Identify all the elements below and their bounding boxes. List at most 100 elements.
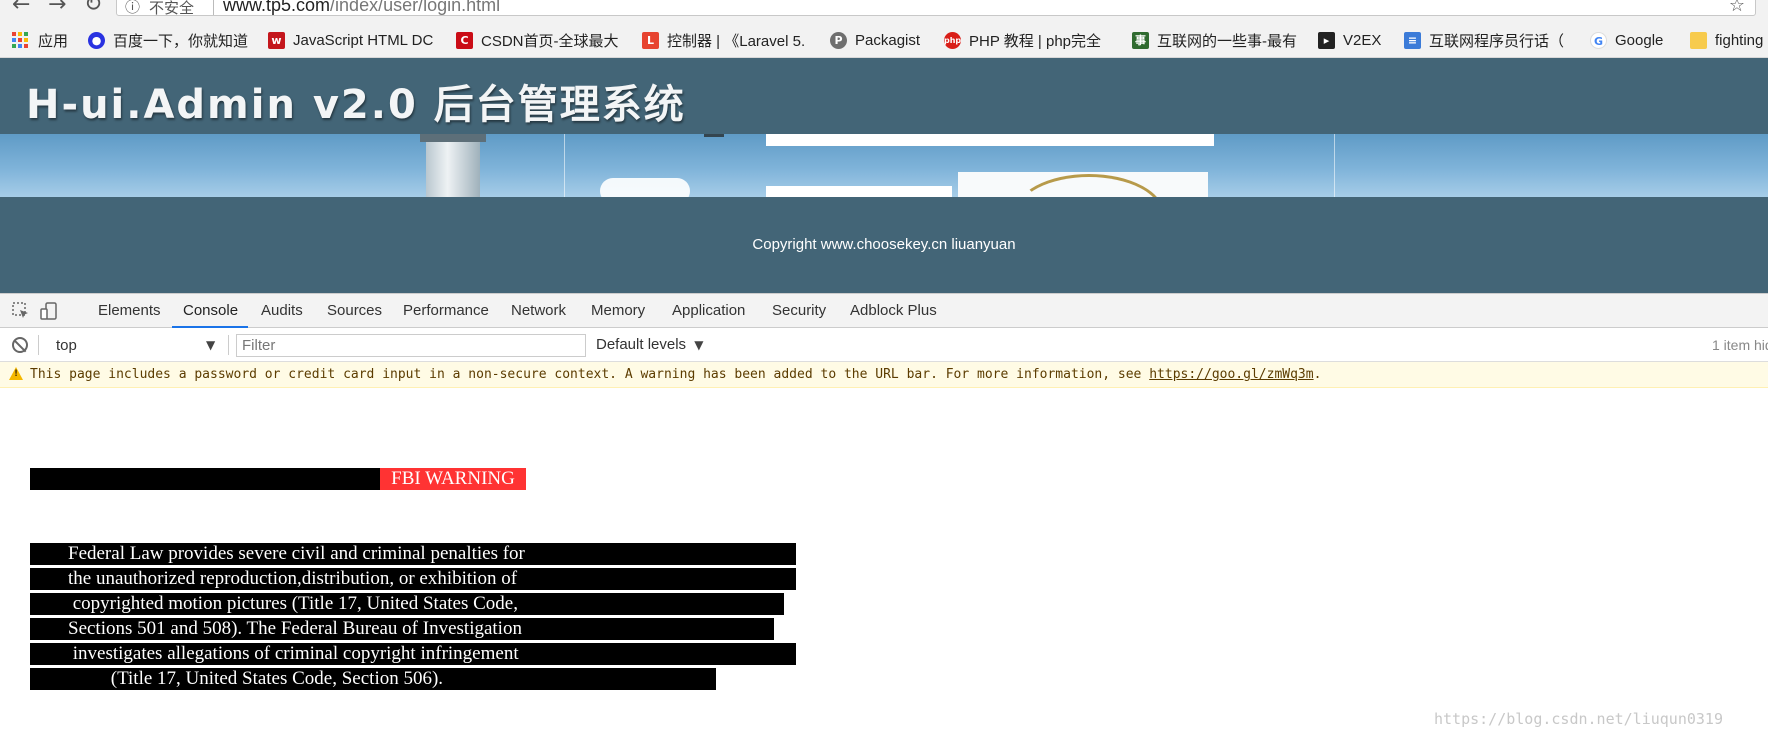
context-selector[interactable]: top ▼ [46,334,222,356]
console-warning-message: This page includes a password or credit … [0,362,1768,388]
login-box-edge [766,186,952,197]
tab-audits[interactable]: Audits [261,302,303,319]
bookmark-yixieshi[interactable]: 事 互联网的一些事-最有 [1132,30,1297,50]
csdn-icon: C [456,31,473,49]
clear-console-icon[interactable] [12,337,28,353]
fbi-warning-line: (Title 17, United States Code, Section 5… [30,668,716,690]
browser-toolbar: ← → ↻ ⓘ 不安全 www.tp5.com/index/user/login… [0,0,1768,22]
bookmark-javascript-html[interactable]: w JavaScript HTML DC [268,30,433,50]
hidden-items-count[interactable]: 1 item hidden [1712,337,1768,353]
address-bar[interactable]: ⓘ 不安全 www.tp5.com/index/user/login.html … [116,0,1756,18]
bookmark-laravel[interactable]: L 控制器 | 《Laravel 5. [642,30,805,50]
bookmark-label: 互联网的一些事-最有 [1157,32,1297,50]
tab-adblock-plus[interactable]: Adblock Plus [850,302,937,319]
tab-network[interactable]: Network [511,302,566,319]
security-label[interactable]: 不安全 [149,0,194,18]
toolbar-separator [228,335,229,355]
yixieshi-icon: 事 [1132,31,1149,49]
url-path: /index/user/login.html [330,0,501,15]
bookmark-label: fighting [1715,31,1764,49]
login-box-edge [766,134,1214,146]
lighthouse-cap-graphic [420,134,486,142]
address-separator [213,0,214,15]
laravel-icon: L [642,31,659,49]
tab-memory[interactable]: Memory [591,302,645,319]
site-title: H-ui.Admin v2.0 后台管理系统 [26,82,686,128]
copyright-text: Copyright www.choosekey.cn liuanyuan [752,236,1016,253]
tab-security[interactable]: Security [772,302,826,319]
chevron-down-icon: ▼ [694,338,704,352]
google-icon: G [1590,31,1607,49]
log-levels-label: Default levels [596,336,687,353]
cloud-graphic [600,178,690,197]
bookmark-php-tutorial[interactable]: php PHP 教程 | php完全 [944,30,1101,50]
bookmark-google[interactable]: G Google [1590,30,1663,50]
chevron-down-icon: ▼ [206,338,216,352]
url-host: www.tp5.com [223,0,331,15]
reload-icon[interactable]: ↻ [84,0,102,17]
arrow-right-icon[interactable]: → [48,0,66,17]
login-banner-image [0,134,1768,197]
tab-performance[interactable]: Performance [403,302,489,319]
lighthouse-graphic [426,134,480,197]
bookmark-fighting[interactable]: fighting [1690,30,1763,50]
context-value: top [56,337,77,354]
fbi-warning-title-row: FBI WARNING [30,468,526,490]
bookmark-apps[interactable]: 应用 [12,30,68,50]
v2ex-icon: ▸ [1318,31,1335,49]
bookmark-programmer-jargon[interactable]: ≡ 互联网程序员行话（ [1404,30,1564,50]
devtools-tab-bar: Elements Console Audits Sources Performa… [0,293,1768,328]
warning-body: This page includes a password or credit … [30,367,1150,382]
tab-console[interactable]: Console [183,302,238,319]
log-levels-dropdown[interactable]: Default levels ▼ [596,336,703,353]
w3school-icon: w [268,31,285,49]
console-filter-input[interactable] [236,334,586,357]
fbi-warning-line: Sections 501 and 508). The Federal Burea… [30,618,774,640]
tab-application[interactable]: Application [672,302,745,319]
bookmark-v2ex[interactable]: ▸ V2EX [1318,30,1381,50]
bookmark-page-icon: ≡ [1404,31,1421,49]
device-toolbar-icon[interactable] [40,302,58,320]
bookmark-csdn[interactable]: C CSDN首页-全球最大 [456,30,619,50]
bookmark-label: CSDN首页-全球最大 [481,32,619,50]
bookmark-label: Google [1615,31,1664,49]
bookmarks-bar: 应用 ● 百度一下，你就知道 w JavaScript HTML DC C CS… [0,22,1768,58]
warning-triangle-icon [9,367,23,380]
csdn-watermark: https://blog.csdn.net/liuqun0319 [1434,710,1723,728]
fbi-warning-line: copyrighted motion pictures (Title 17, U… [30,593,784,615]
warning-link[interactable]: https://goo.gl/zmWq3m [1149,367,1313,382]
bookmark-label: V2EX [1343,31,1382,49]
bookmark-label: 应用 [38,32,69,50]
star-icon[interactable]: ☆ [1729,0,1745,16]
bookmark-label: 互联网程序员行话（ [1429,32,1565,50]
site-header: H-ui.Admin v2.0 后台管理系统 [0,58,1768,134]
fbi-warning-line: the unauthorized reproduction,distributi… [30,568,796,590]
fbi-warning-line: investigates allegations of criminal cop… [30,643,796,665]
folder-icon [1690,31,1707,49]
info-icon[interactable]: ⓘ [125,0,140,17]
fbi-warning-line: Federal Law provides severe civil and cr… [30,543,796,565]
php-icon: php [944,31,961,49]
url-text[interactable]: www.tp5.com/index/user/login.html [223,0,500,16]
banner-pane-divider [1334,134,1335,197]
console-toolbar: top ▼ Default levels ▼ 1 item hidden [0,328,1768,362]
bookmark-label: 百度一下，你就知道 [113,32,249,50]
warning-end: . [1313,367,1322,382]
fbi-warning-title: FBI WARNING [380,468,526,490]
tab-sources[interactable]: Sources [327,302,382,319]
toolbar-separator [38,335,39,355]
apps-grid-icon [12,32,28,48]
bookmark-baidu[interactable]: ● 百度一下，你就知道 [88,30,248,50]
bookmark-label: 控制器 | 《Laravel 5. [667,32,806,50]
packagist-icon: P [830,31,847,49]
warning-text: This page includes a password or credit … [30,367,1321,382]
site-footer: Copyright www.choosekey.cn liuanyuan [0,197,1768,293]
arrow-left-icon[interactable]: ← [12,0,30,17]
inspect-element-icon[interactable] [12,302,30,320]
bookmark-packagist[interactable]: P Packagist [830,30,920,50]
bookmark-label: Packagist [855,31,921,49]
bookmark-label: JavaScript HTML DC [293,31,434,49]
bookmark-label: PHP 教程 | php完全 [969,32,1101,50]
tab-elements[interactable]: Elements [98,302,161,319]
banner-pane-divider [564,134,565,197]
